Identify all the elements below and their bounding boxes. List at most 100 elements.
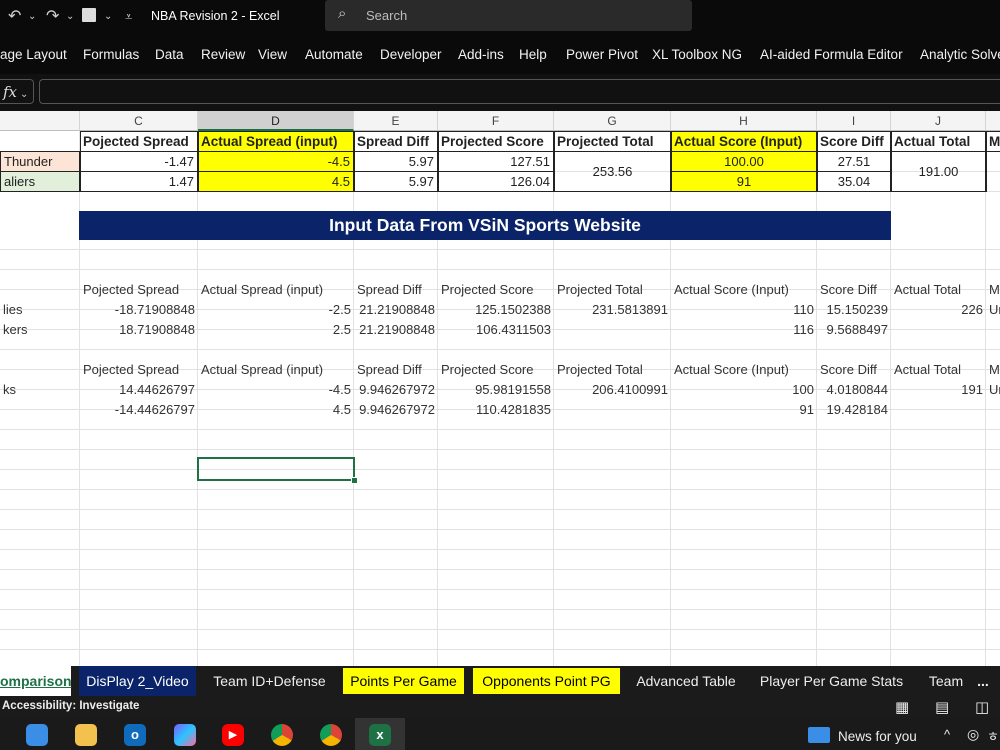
column-header-k[interactable] — [986, 111, 1000, 131]
news-icon[interactable] — [808, 727, 830, 743]
autosave-icon[interactable] — [82, 8, 96, 22]
t1-actual-score-input[interactable]: 100.00 — [671, 151, 817, 172]
youtube-icon[interactable]: ▶ — [222, 724, 244, 746]
t3-header-m[interactable]: M — [986, 360, 1000, 380]
t1-actual-score-input[interactable]: 91 — [671, 171, 817, 192]
t3-proj-spread-cell[interactable]: 14.44626797 — [80, 380, 198, 400]
sheet-tab-team-id-defense[interactable]: Team ID+Defense — [204, 666, 335, 696]
customize-qat-icon[interactable]: ⩡ — [125, 9, 132, 25]
normal-view-icon[interactable]: ▦ — [895, 698, 909, 716]
t1-proj-spread-cell[interactable]: -1.47 — [80, 151, 198, 172]
column-header-g[interactable]: G — [554, 111, 671, 131]
t1-spread-diff-cell[interactable]: 5.97 — [354, 151, 438, 172]
t3-team-cell[interactable] — [0, 400, 80, 420]
t3-header-actual-spread[interactable]: Actual Spread (input) — [198, 360, 354, 380]
t2-header-spread-diff[interactable]: Spread Diff — [354, 280, 438, 300]
t1-header-actual-score[interactable]: Actual Score (Input) — [671, 131, 817, 152]
qat-dropdown-icon[interactable]: ⌄ — [104, 11, 112, 22]
t2-proj-score-cell[interactable]: 106.4311503 — [438, 320, 554, 340]
t1-proj-score-cell[interactable]: 126.04 — [438, 171, 554, 192]
t2-extra-cell[interactable]: Ur — [986, 300, 1000, 320]
t3-actual-total-cell[interactable]: 191 — [891, 380, 986, 400]
t1-actual-total-cell[interactable]: 191.00 — [891, 151, 986, 192]
t2-header-proj-score[interactable]: Projected Score — [438, 280, 554, 300]
sheet-tab-points-per-game[interactable]: Points Per Game — [343, 668, 464, 694]
t3-header-spread-diff[interactable]: Spread Diff — [354, 360, 438, 380]
sheet-tab-comparison[interactable]: omparison — [0, 666, 72, 696]
t3-proj-score-cell[interactable]: 110.4281835 — [438, 400, 554, 420]
active-cell-selection[interactable] — [197, 457, 355, 481]
onedrive-icon[interactable]: ◎ — [967, 726, 979, 743]
t2-score-diff-cell[interactable]: 15.150239 — [817, 300, 891, 320]
tab-help[interactable]: Help — [519, 47, 547, 62]
t1-header-spread-diff[interactable]: Spread Diff — [354, 131, 438, 152]
t2-header-actual-score[interactable]: Actual Score (Input) — [671, 280, 817, 300]
t1-score-diff-cell[interactable]: 35.04 — [817, 171, 891, 192]
tab-formulas[interactable]: Formulas — [83, 47, 139, 62]
t3-actual-spread-cell[interactable]: 4.5 — [198, 400, 354, 420]
tab-developer[interactable]: Developer — [380, 47, 442, 62]
t2-team-cell[interactable]: lies — [0, 300, 80, 320]
undo-dropdown-icon[interactable]: ⌄ — [28, 11, 36, 22]
t2-header-actual-total[interactable]: Actual Total — [891, 280, 986, 300]
tab-automate[interactable]: Automate — [305, 47, 363, 62]
sheet-tab-display-2-video[interactable]: DisPlay 2_Video — [79, 666, 196, 696]
accessibility-status[interactable]: Accessibility: Investigate — [2, 700, 139, 712]
t3-actual-spread-cell[interactable]: -4.5 — [198, 380, 354, 400]
t3-spread-diff-cell[interactable]: 9.946267972 — [354, 400, 438, 420]
t3-header-proj-score[interactable]: Projected Score — [438, 360, 554, 380]
language-icon[interactable]: ㅎ — [987, 726, 999, 745]
t2-header-m[interactable]: M — [986, 280, 1000, 300]
t2-spread-diff-cell[interactable]: 21.21908848 — [354, 300, 438, 320]
t3-score-diff-cell[interactable]: 19.428184 — [817, 400, 891, 420]
m365-copilot-icon[interactable] — [174, 724, 196, 746]
tab-review[interactable]: Review — [201, 47, 245, 62]
tab-view[interactable]: View — [258, 47, 287, 62]
t2-actual-spread-cell[interactable]: -2.5 — [198, 300, 354, 320]
t3-actual-score-cell[interactable]: 91 — [671, 400, 817, 420]
t2-header-proj-total[interactable]: Projected Total — [554, 280, 671, 300]
column-header-f[interactable]: F — [438, 111, 554, 131]
t1-header-actual-total[interactable]: Actual Total — [891, 131, 986, 152]
page-layout-view-icon[interactable]: ▤ — [935, 698, 949, 716]
t1-score-diff-cell[interactable]: 27.51 — [817, 151, 891, 172]
t3-proj-spread-cell[interactable]: -14.44626797 — [80, 400, 198, 420]
column-header-b[interactable] — [0, 111, 80, 131]
outlook-icon[interactable]: o — [124, 724, 146, 746]
t3-header-actual-total[interactable]: Actual Total — [891, 360, 986, 380]
t2-header-proj-spread[interactable]: Pojected Spread — [80, 280, 198, 300]
t1-header-actual-spread[interactable]: Actual Spread (input) — [198, 131, 354, 152]
news-widget-label[interactable]: News for you — [838, 729, 917, 744]
t1-proj-score-cell[interactable]: 127.51 — [438, 151, 554, 172]
sheet-tab-team[interactable]: Team — [919, 666, 973, 696]
column-header-i[interactable]: I — [817, 111, 891, 131]
tab-power-pivot[interactable]: Power Pivot — [566, 47, 638, 62]
t2-actual-score-cell[interactable]: 116 — [671, 320, 817, 340]
tab-xl-toolbox[interactable]: XL Toolbox NG — [652, 47, 742, 62]
t1-team-cell[interactable]: Thunder — [0, 151, 80, 172]
t2-team-cell[interactable]: kers — [0, 320, 80, 340]
t1-header-proj-spread[interactable]: Pojected Spread — [80, 131, 198, 152]
t1-header-proj-total[interactable]: Projected Total — [554, 131, 671, 152]
column-header-d[interactable]: D — [198, 111, 354, 131]
tab-data[interactable]: Data — [155, 47, 184, 62]
tab-analytic-solver[interactable]: Analytic Solve — [920, 47, 1000, 62]
column-header-j[interactable]: J — [891, 111, 986, 131]
t2-proj-spread-cell[interactable]: 18.71908848 — [80, 320, 198, 340]
t2-header-actual-spread[interactable]: Actual Spread (input) — [198, 280, 354, 300]
t3-team-cell[interactable]: ks — [0, 380, 80, 400]
t1-spread-diff-cell[interactable]: 5.97 — [354, 171, 438, 192]
formula-input[interactable] — [39, 79, 1000, 104]
t1-m-cell[interactable] — [986, 151, 1000, 192]
t1-actual-spread-input[interactable]: 4.5 — [198, 171, 354, 192]
search-box[interactable]: ⌕ Search — [325, 0, 692, 31]
function-icon[interactable]: fx ⌄ — [0, 79, 34, 104]
sheet-tab-player-per-game-stats[interactable]: Player Per Game Stats — [754, 666, 909, 696]
tab-add-ins[interactable]: Add-ins — [458, 47, 504, 62]
redo-icon[interactable]: ↷ — [46, 6, 59, 26]
sheet-tab-advanced-table[interactable]: Advanced Table — [628, 666, 744, 696]
t1-header-m[interactable]: M — [986, 131, 1000, 152]
column-header-e[interactable]: E — [354, 111, 438, 131]
more-sheets-icon[interactable]: ... — [973, 666, 993, 696]
t3-score-diff-cell[interactable]: 4.0180844 — [817, 380, 891, 400]
